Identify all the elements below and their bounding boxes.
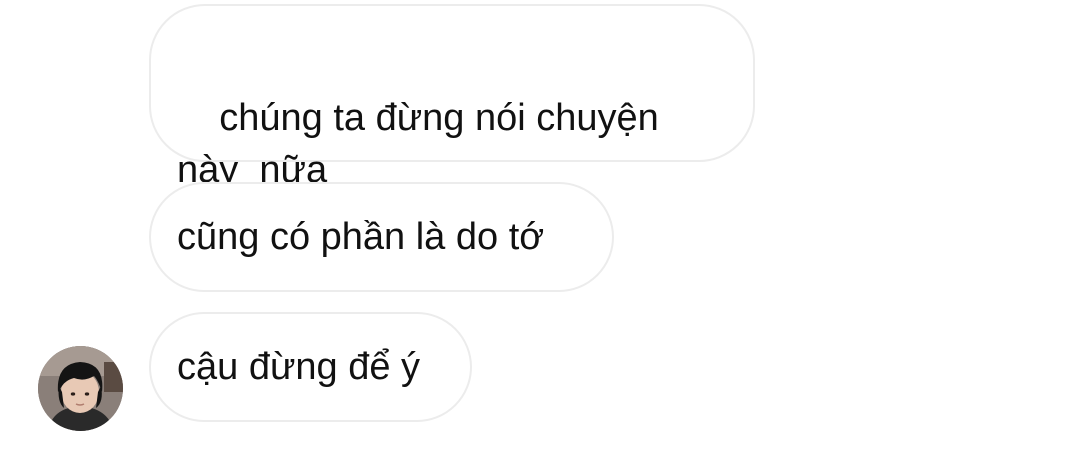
message-thread: chúng ta đừng nói chuyện này nữa cũng có… [0, 0, 1080, 451]
message-bubble[interactable]: cũng có phần là do tớ [149, 182, 614, 292]
avatar-photo-icon [38, 346, 123, 431]
message-bubble[interactable]: chúng ta đừng nói chuyện này nữa [149, 4, 755, 191]
message-bubble[interactable]: cậu đừng để ý [149, 312, 472, 422]
message-text: cậu đừng để ý [177, 346, 421, 388]
message-text: cũng có phần là do tớ [177, 216, 545, 258]
message-text: chúng ta đừng nói chuyện này nữa [177, 97, 659, 191]
contact-avatar[interactable] [38, 346, 123, 431]
